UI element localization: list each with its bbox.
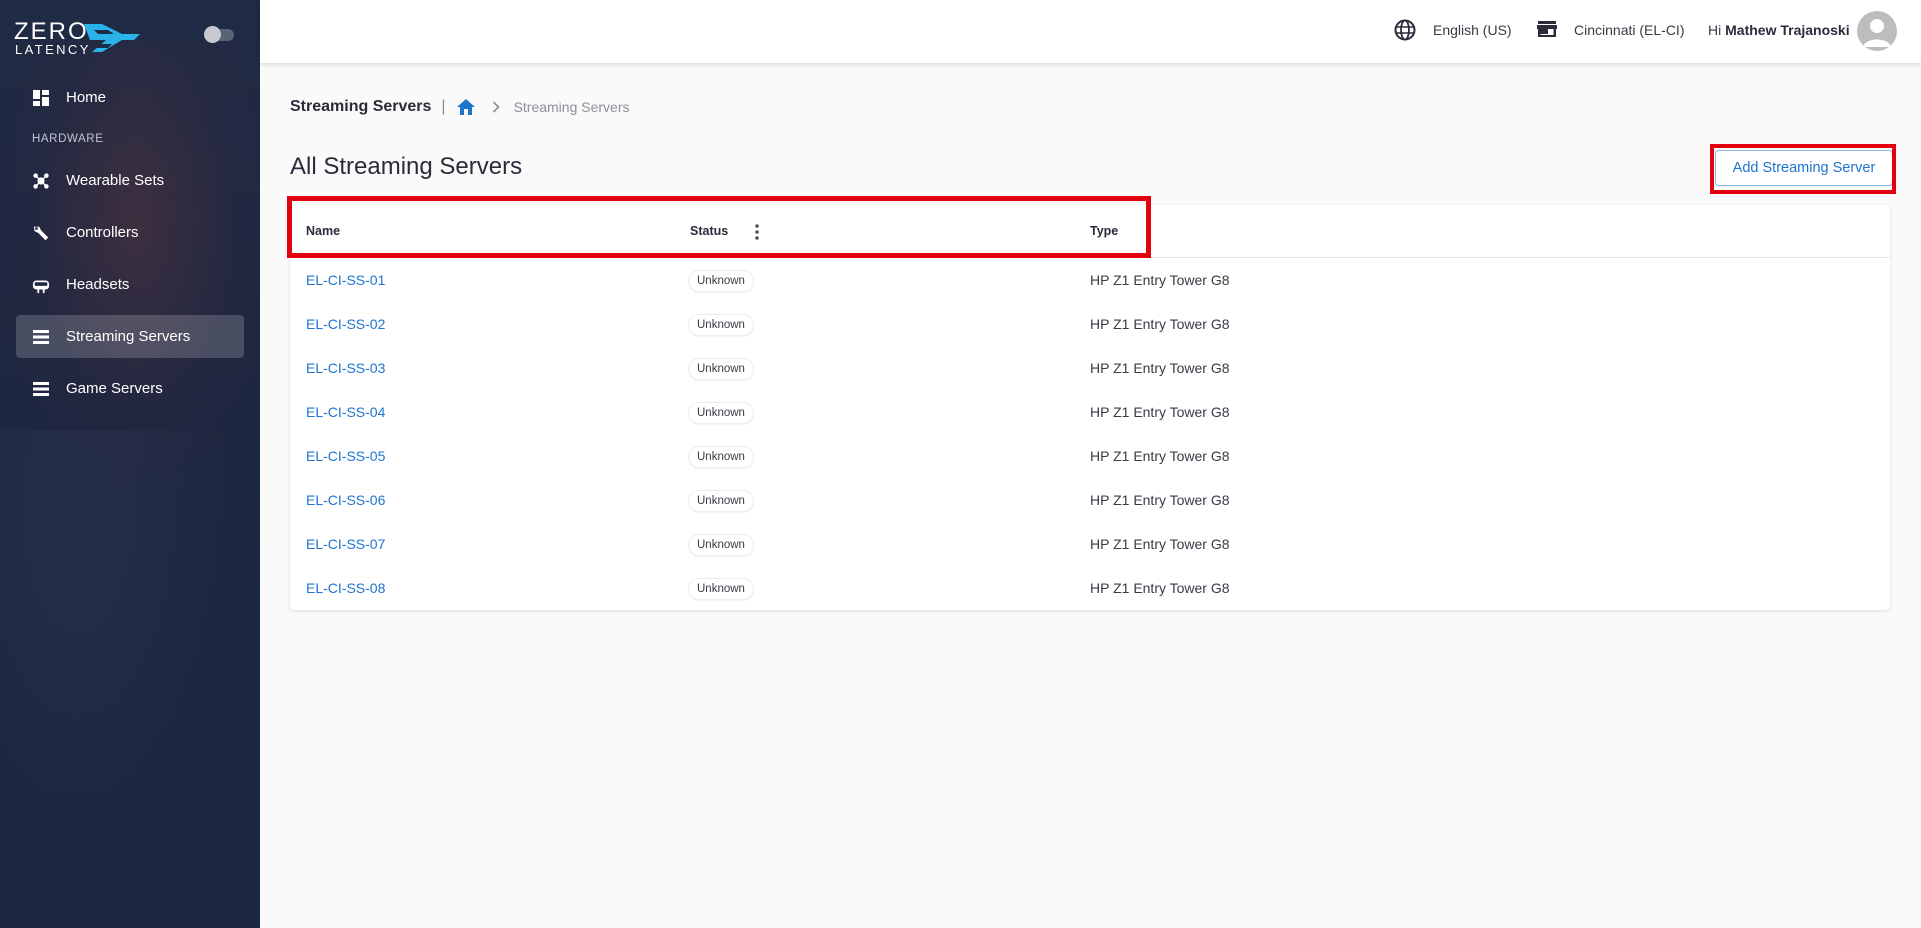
server-type: HP Z1 Entry Tower G8 bbox=[1090, 316, 1230, 332]
sidebar-item-label: Headsets bbox=[66, 276, 130, 293]
server-type: HP Z1 Entry Tower G8 bbox=[1090, 536, 1230, 552]
status-badge: Unknown bbox=[689, 359, 753, 379]
sidebar-item-game-servers[interactable]: Game Servers bbox=[16, 367, 244, 410]
server-name-link[interactable]: EL-CI-SS-07 bbox=[306, 536, 385, 552]
wearable-icon bbox=[32, 172, 50, 190]
table-header: Name Status Type bbox=[290, 205, 1890, 258]
sidebar-item-label: Controllers bbox=[66, 224, 139, 241]
chevron-right-icon bbox=[492, 101, 500, 113]
sidebar-item-label: Game Servers bbox=[66, 380, 163, 397]
table-row: EL-CI-SS-03 Unknown HP Z1 Entry Tower G8 bbox=[290, 347, 1890, 391]
server-type: HP Z1 Entry Tower G8 bbox=[1090, 580, 1230, 596]
breadcrumb-separator: | bbox=[441, 98, 446, 115]
server-name-link[interactable]: EL-CI-SS-08 bbox=[306, 580, 385, 596]
page-title: All Streaming Servers bbox=[290, 153, 523, 180]
status-badge: Unknown bbox=[689, 447, 753, 467]
server-type: HP Z1 Entry Tower G8 bbox=[1090, 360, 1230, 376]
sidebar-item-home[interactable]: Home bbox=[16, 76, 244, 119]
table-row: EL-CI-SS-02 Unknown HP Z1 Entry Tower G8 bbox=[290, 303, 1890, 347]
status-badge: Unknown bbox=[689, 535, 753, 555]
table-row: EL-CI-SS-04 Unknown HP Z1 Entry Tower G8 bbox=[290, 391, 1890, 435]
server-icon bbox=[32, 380, 50, 398]
greeting-text: Hi bbox=[1708, 22, 1722, 38]
sidebar-item-streaming-servers[interactable]: Streaming Servers bbox=[16, 315, 244, 358]
server-name-link[interactable]: EL-CI-SS-02 bbox=[306, 316, 385, 332]
server-name-link[interactable]: EL-CI-SS-06 bbox=[306, 492, 385, 508]
server-name-link[interactable]: EL-CI-SS-03 bbox=[306, 360, 385, 376]
language-selector[interactable]: English (US) bbox=[1433, 22, 1512, 38]
server-type: HP Z1 Entry Tower G8 bbox=[1090, 404, 1230, 420]
breadcrumb: Streaming Servers | Streaming Servers bbox=[290, 97, 630, 117]
plane-logo-icon bbox=[84, 24, 140, 52]
status-badge: Unknown bbox=[689, 271, 753, 291]
breadcrumb-current: Streaming Servers bbox=[513, 99, 630, 115]
sidebar-nav: Home HARDWARE Wearable Sets Controllers … bbox=[16, 76, 244, 419]
server-name-link[interactable]: EL-CI-SS-01 bbox=[306, 272, 385, 288]
column-header-status[interactable]: Status bbox=[690, 224, 728, 238]
status-badge: Unknown bbox=[689, 491, 753, 511]
server-type: HP Z1 Entry Tower G8 bbox=[1090, 448, 1230, 464]
zero-latency-logo[interactable]: ZERO LATENCY bbox=[14, 18, 140, 57]
streaming-servers-table: Name Status Type EL-CI-SS-01 Unknown HP … bbox=[290, 205, 1890, 610]
sidebar-item-controllers[interactable]: Controllers bbox=[16, 211, 244, 254]
sidebar-item-headsets[interactable]: Headsets bbox=[16, 263, 244, 306]
server-icon bbox=[32, 328, 50, 346]
globe-icon[interactable] bbox=[1394, 19, 1416, 46]
user-greeting[interactable]: Hi Mathew Trajanoski bbox=[1708, 22, 1850, 38]
table-row: EL-CI-SS-01 Unknown HP Z1 Entry Tower G8 bbox=[290, 259, 1890, 303]
status-badge: Unknown bbox=[689, 315, 753, 335]
table-row: EL-CI-SS-08 Unknown HP Z1 Entry Tower G8 bbox=[290, 567, 1890, 611]
table-row: EL-CI-SS-06 Unknown HP Z1 Entry Tower G8 bbox=[290, 479, 1890, 523]
breadcrumb-title: Streaming Servers bbox=[290, 98, 432, 115]
server-name-link[interactable]: EL-CI-SS-05 bbox=[306, 448, 385, 464]
sidebar-item-label: Wearable Sets bbox=[66, 172, 165, 189]
status-badge: Unknown bbox=[689, 579, 753, 599]
sidebar-section-hardware: HARDWARE bbox=[32, 133, 104, 145]
dashboard-icon bbox=[32, 89, 50, 107]
controller-icon bbox=[32, 224, 50, 242]
table-row: EL-CI-SS-07 Unknown HP Z1 Entry Tower G8 bbox=[290, 523, 1890, 567]
add-streaming-server-button[interactable]: Add Streaming Server bbox=[1715, 150, 1893, 186]
server-type: HP Z1 Entry Tower G8 bbox=[1090, 492, 1230, 508]
column-header-name[interactable]: Name bbox=[306, 224, 340, 238]
store-icon[interactable] bbox=[1537, 19, 1557, 44]
sidebar-item-wearable-sets[interactable]: Wearable Sets bbox=[16, 159, 244, 202]
location-selector[interactable]: Cincinnati (EL-CI) bbox=[1574, 22, 1684, 38]
user-name: Mathew Trajanoski bbox=[1725, 22, 1850, 38]
sidebar: ZERO LATENCY Home HARDWARE Wearable Sets bbox=[0, 0, 260, 928]
logo-text-latency: LATENCY bbox=[15, 42, 91, 57]
headset-icon bbox=[32, 276, 50, 294]
server-type: HP Z1 Entry Tower G8 bbox=[1090, 272, 1230, 288]
sidebar-item-label: Home bbox=[66, 89, 107, 106]
sidebar-item-label: Streaming Servers bbox=[66, 328, 191, 345]
column-menu-icon[interactable] bbox=[749, 221, 765, 243]
toggle-knob bbox=[204, 26, 221, 43]
avatar[interactable] bbox=[1857, 11, 1897, 51]
theme-toggle[interactable] bbox=[204, 26, 234, 43]
home-icon[interactable] bbox=[456, 98, 476, 116]
column-header-type[interactable]: Type bbox=[1090, 224, 1118, 238]
status-badge: Unknown bbox=[689, 403, 753, 423]
server-name-link[interactable]: EL-CI-SS-04 bbox=[306, 404, 385, 420]
top-bar: English (US) Cincinnati (EL-CI) Hi Mathe… bbox=[260, 0, 1921, 63]
table-row: EL-CI-SS-05 Unknown HP Z1 Entry Tower G8 bbox=[290, 435, 1890, 479]
